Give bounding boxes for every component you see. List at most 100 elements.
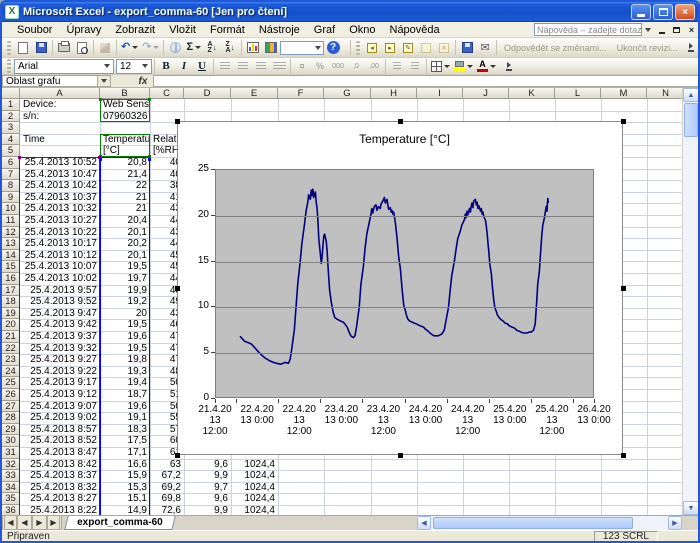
row-header-2[interactable]: 2 — [2, 111, 20, 123]
insert-hyperlink-button[interactable] — [166, 39, 184, 56]
show-comment-button[interactable] — [417, 39, 435, 56]
underline-button[interactable]: U — [193, 58, 211, 75]
cell-D36[interactable]: 9,9 — [184, 505, 231, 515]
title-bar[interactable]: X Microsoft Excel - export_comma-60 [Jen… — [2, 2, 698, 22]
cell-C35[interactable]: 69,8 — [150, 493, 184, 504]
help-button[interactable]: ? — [324, 39, 342, 56]
row-header-29[interactable]: 29 — [2, 424, 20, 436]
next-comment-button[interactable]: ▸ — [381, 39, 399, 56]
horizontal-scrollbar[interactable]: ◀ ▶ — [417, 516, 682, 530]
row-header-15[interactable]: 15 — [2, 261, 20, 273]
name-box-dropdown[interactable] — [98, 75, 111, 87]
menu-napoveda[interactable]: Nápověda — [383, 23, 447, 37]
cell-C32[interactable]: 63 — [150, 459, 184, 470]
row-header-17[interactable]: 17 — [2, 285, 20, 297]
menu-graf[interactable]: Graf — [307, 23, 342, 37]
help-question-input[interactable]: Nápověda – zadejte dotaz — [534, 23, 642, 36]
font-color-button[interactable]: A — [475, 58, 498, 75]
row-header-36[interactable]: 36 — [2, 505, 20, 515]
chart-selection-handle[interactable] — [175, 286, 180, 291]
select-all-corner[interactable] — [2, 88, 20, 99]
menu-vlozit[interactable]: Vložit — [162, 23, 203, 37]
scroll-up-button[interactable]: ▲ — [683, 88, 699, 102]
menu-soubor[interactable]: Soubor — [10, 23, 59, 37]
autosum-button[interactable]: Σ — [184, 39, 203, 56]
column-header-H[interactable]: H — [371, 88, 417, 99]
cell-E35[interactable]: 1024,4 — [231, 493, 278, 504]
column-header-A[interactable]: A — [20, 88, 100, 99]
cell-D32[interactable]: 9,6 — [184, 459, 231, 470]
reply-with-changes-button[interactable]: Odpovědět se změnami... — [499, 43, 612, 53]
merge-center-button[interactable] — [270, 58, 288, 75]
scroll-right-button[interactable]: ▶ — [668, 516, 682, 530]
minimize-button[interactable] — [631, 4, 651, 20]
scroll-left-button[interactable]: ◀ — [417, 516, 431, 530]
vertical-scrollbar[interactable]: ▲ ▼ — [682, 88, 698, 515]
row-header-30[interactable]: 30 — [2, 435, 20, 447]
thousands-button[interactable]: 000 — [329, 58, 347, 75]
row-header-11[interactable]: 11 — [2, 215, 20, 227]
redo-button[interactable]: ↷ — [140, 39, 161, 56]
chart-selection-handle[interactable] — [398, 119, 403, 124]
cell-D33[interactable]: 9,9 — [184, 470, 231, 481]
cell-A2[interactable]: s/n: — [20, 111, 100, 122]
vertical-scroll-thumb[interactable] — [684, 103, 698, 137]
currency-button[interactable]: ¤ — [293, 58, 311, 75]
row-header-13[interactable]: 13 — [2, 238, 20, 250]
row-header-32[interactable]: 32 — [2, 459, 20, 471]
range-handle[interactable] — [99, 158, 102, 161]
row-header-10[interactable]: 10 — [2, 203, 20, 215]
fill-color-button[interactable] — [452, 58, 475, 75]
column-header-C[interactable]: C — [150, 88, 184, 99]
last-sheet-button[interactable]: ▶ — [47, 516, 62, 530]
row-header-18[interactable]: 18 — [2, 296, 20, 308]
workbook-minimize-button[interactable] — [655, 24, 668, 36]
column-header-I[interactable]: I — [417, 88, 463, 99]
workbook-restore-button[interactable] — [670, 24, 683, 36]
print-button[interactable] — [55, 39, 73, 56]
name-box[interactable]: Oblast grafu — [2, 75, 98, 87]
reviewing-toolbar-grip[interactable] — [356, 41, 360, 55]
range-handle[interactable] — [18, 156, 21, 159]
zoom-combobox[interactable] — [280, 41, 324, 55]
row-header-22[interactable]: 22 — [2, 343, 20, 355]
menu-okno[interactable]: Okno — [342, 23, 382, 37]
help-dropdown-icon[interactable] — [642, 23, 653, 36]
chart-selection-handle[interactable] — [621, 119, 626, 124]
first-sheet-button[interactable]: ◀ — [2, 516, 17, 530]
undo-button[interactable]: ↶ — [119, 39, 140, 56]
cell-E34[interactable]: 1024,4 — [231, 482, 278, 493]
row-header-9[interactable]: 9 — [2, 192, 20, 204]
previous-sheet-button[interactable]: ◀ — [17, 516, 32, 530]
close-button[interactable]: × — [675, 4, 695, 20]
decrease-decimal-button[interactable]: ,00 — [365, 58, 383, 75]
sheet-tab[interactable]: export_comma-60 — [64, 516, 175, 530]
row-header-26[interactable]: 26 — [2, 389, 20, 401]
new-button[interactable] — [14, 39, 32, 56]
embedded-chart[interactable]: Temperature [°C] 051015202521.4.201312:0… — [177, 121, 623, 455]
column-header-N[interactable]: N — [647, 88, 682, 99]
column-header-E[interactable]: E — [231, 88, 278, 99]
italic-button[interactable]: I — [175, 58, 193, 75]
next-sheet-button[interactable]: ▶ — [32, 516, 47, 530]
row-header-20[interactable]: 20 — [2, 319, 20, 331]
range-border-categories[interactable] — [19, 157, 100, 515]
chart-selection-handle[interactable] — [175, 119, 180, 124]
maximize-button[interactable] — [653, 4, 673, 20]
cell-C36[interactable]: 72,6 — [150, 505, 184, 515]
row-header-33[interactable]: 33 — [2, 470, 20, 482]
menu-upravy[interactable]: Úpravy — [59, 23, 108, 37]
toolbar-grip[interactable] — [7, 41, 11, 55]
range-border-title[interactable] — [100, 99, 150, 122]
row-header-4[interactable]: 4 — [2, 134, 20, 146]
menu-zobrazit[interactable]: Zobrazit — [108, 23, 162, 37]
align-left-button[interactable] — [216, 58, 234, 75]
scroll-down-button[interactable]: ▼ — [683, 501, 699, 515]
range-handle[interactable] — [148, 98, 151, 101]
range-handle[interactable] — [148, 158, 151, 161]
row-header-25[interactable]: 25 — [2, 377, 20, 389]
column-header-L[interactable]: L — [555, 88, 601, 99]
cell-A4[interactable]: Time — [20, 134, 100, 145]
row-header-24[interactable]: 24 — [2, 366, 20, 378]
row-header-7[interactable]: 7 — [2, 169, 20, 181]
